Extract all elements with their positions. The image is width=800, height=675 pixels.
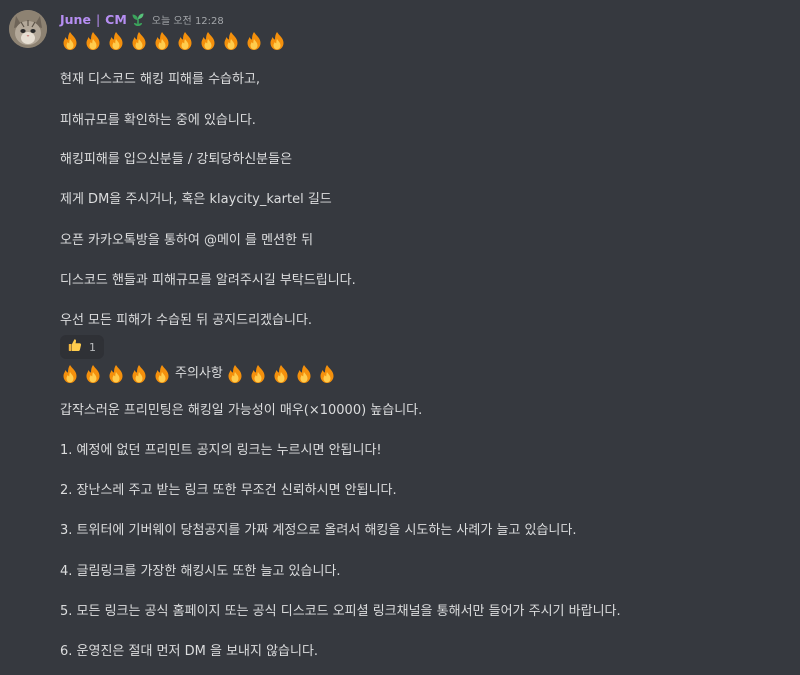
message-line: 4. 글림링크를 가장한 해킹시도 또한 늘고 있습니다. <box>60 564 341 579</box>
message-line: 3. 트위터에 기버웨이 당첨공지를 가짜 계정으로 올려서 해킹을 시도하는 … <box>60 523 577 538</box>
fire-icon <box>106 364 126 384</box>
fire-icon <box>106 31 126 51</box>
fire-icon <box>244 31 264 51</box>
message-line: 갑작스러운 프리민팅은 해킹일 가능성이 매우(×10000) 높습니다. <box>60 403 423 418</box>
author-role[interactable]: CM <box>105 12 127 27</box>
fire-icon <box>60 364 80 384</box>
message-line: 2. 장난스레 주고 받는 링크 또한 무조건 신뢰하시면 안됩니다. <box>60 483 397 498</box>
message-line: 디스코드 핸들과 피해규모를 알려주시길 부탁드립니다. <box>60 273 356 288</box>
message-line: 우선 모든 피해가 수습된 뒤 공지드리겠습니다. <box>60 313 313 328</box>
message-line: 오픈 카카오톡방을 통하여 @메이 를 멘션한 뒤 <box>60 233 314 248</box>
fire-icon <box>83 31 103 51</box>
reaction-count: 1 <box>89 340 96 354</box>
avatar[interactable] <box>9 10 47 48</box>
fire-icon <box>198 31 218 51</box>
sprout-icon <box>130 11 146 27</box>
chat-message: June | CM 오늘 오전 12:28 현재 디스코드 해킹 피해를 수습하… <box>0 0 800 675</box>
fire-emoji-group <box>225 364 340 384</box>
fire-icon <box>60 31 80 51</box>
fire-icon <box>317 364 337 384</box>
cat-avatar-icon <box>9 10 47 48</box>
fire-icon <box>271 364 291 384</box>
fire-icon <box>294 364 314 384</box>
fire-icon <box>175 31 195 51</box>
message-line: 피해규모를 확인하는 중에 있습니다. <box>60 113 256 128</box>
fire-icon <box>129 31 149 51</box>
fire-emoji-group <box>60 364 175 384</box>
message-timestamp[interactable]: 오늘 오전 12:28 <box>152 12 224 27</box>
message-line: 5. 모든 링크는 공식 홈페이지 또는 공식 디스코드 오피셜 링크채널을 통… <box>60 604 621 619</box>
message-line: 1. 예정에 없던 프리민트 공지의 링크는 누르시면 안됩니다! <box>60 443 382 458</box>
author-name[interactable]: June <box>60 12 91 27</box>
message-line: 6. 운영진은 절대 먼저 DM 을 보내지 않습니다. <box>60 644 319 659</box>
fire-emoji-row <box>60 31 290 51</box>
warning-label: 주의사항 <box>175 366 223 381</box>
reaction-thumbs-up[interactable]: 1 <box>60 335 104 359</box>
fire-icon <box>83 364 103 384</box>
thumbs-up-icon <box>67 337 83 357</box>
fire-icon <box>129 364 149 384</box>
fire-icon <box>221 31 241 51</box>
message-header: June | CM 오늘 오전 12:28 <box>60 10 224 28</box>
warning-header-row: 주의사항 <box>60 364 340 384</box>
message-line: 제게 DM을 주시거나, 혹은 klaycity_kartel 길드 <box>60 192 332 207</box>
fire-icon <box>225 364 245 384</box>
fire-icon <box>248 364 268 384</box>
fire-icon <box>152 31 172 51</box>
message-line: 해킹피해를 입으신분들 / 강퇴당하신분들은 <box>60 152 293 167</box>
fire-icon <box>267 31 287 51</box>
name-separator: | <box>95 11 101 27</box>
fire-icon <box>152 364 172 384</box>
message-line: 현재 디스코드 해킹 피해를 수습하고, <box>60 72 261 87</box>
